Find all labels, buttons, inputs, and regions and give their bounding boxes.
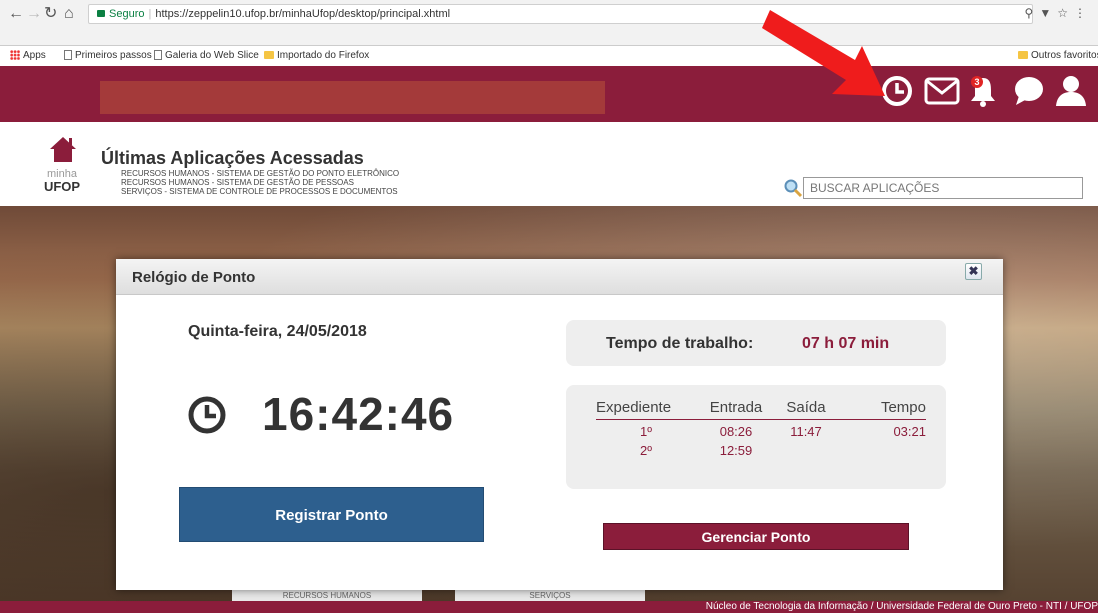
- table-row: 2º 12:59: [596, 439, 926, 458]
- user-icon[interactable]: [1054, 74, 1088, 108]
- search-area: BUSCAR APLICAÇÕES: [783, 177, 1083, 199]
- redacted-area: [100, 81, 605, 114]
- notification-badge: 3: [974, 77, 979, 87]
- minha-ufop-logo[interactable]: minha UFOP: [40, 134, 100, 200]
- page-icon: [64, 50, 72, 61]
- menu-icon[interactable]: ⋮: [1074, 6, 1092, 20]
- footer-bar: Núcleo de Tecnologia da Informação / Uni…: [0, 601, 1098, 613]
- home-icon[interactable]: ⌂: [64, 5, 74, 23]
- forward-arrow-icon[interactable]: →: [26, 5, 42, 23]
- table-cell: 1º: [640, 424, 652, 439]
- url-text: https://zeppelin10.ufop.br/minhaUfop/des…: [155, 8, 451, 20]
- column-header: Tempo: [836, 399, 926, 420]
- app-header-bar: 3: [0, 66, 1098, 122]
- work-time-panel: Tempo de trabalho: 07 h 07 min: [566, 320, 946, 366]
- register-punch-button[interactable]: Registrar Ponto: [179, 487, 484, 542]
- work-time-label: Tempo de trabalho:: [606, 335, 754, 352]
- time-clock-dialog: Relógio de Ponto ✖ Quinta-feira, 24/05/2…: [116, 259, 1003, 590]
- schedule-panel: Expediente Entrada Saída Tempo 1º 08:26 …: [566, 385, 946, 489]
- column-header: Saída: [776, 399, 836, 420]
- dialog-header: Relógio de Ponto ✖: [116, 259, 1003, 295]
- mail-icon[interactable]: [924, 77, 960, 105]
- red-arrow-annotation: [762, 10, 885, 96]
- clock-display: 16:42:46: [186, 387, 453, 447]
- dialog-title: Relógio de Ponto: [132, 269, 256, 286]
- table-cell: 12:59: [719, 443, 753, 458]
- table-cell: 08:26: [719, 424, 753, 439]
- bookmark-apps[interactable]: Apps: [10, 50, 46, 61]
- table-header-row: Expediente Entrada Saída Tempo: [596, 399, 926, 420]
- folder-icon: [264, 51, 274, 60]
- extension-icon[interactable]: ▼: [1039, 6, 1057, 20]
- table-cell: 11:47: [790, 424, 822, 439]
- reload-icon[interactable]: ↻: [44, 5, 57, 23]
- app-subheader: minha UFOP Últimas Aplicações Acessadas …: [0, 122, 1098, 206]
- search-input[interactable]: BUSCAR APLICAÇÕES: [803, 177, 1083, 199]
- current-date: Quinta-feira, 24/05/2018: [188, 323, 367, 340]
- column-header: Expediente: [596, 399, 696, 420]
- table-cell: [836, 439, 926, 458]
- manage-punch-button[interactable]: Gerenciar Ponto: [603, 523, 909, 550]
- recent-app-link[interactable]: RECURSOS HUMANOS - SISTEMA DE GESTÃO DE …: [121, 178, 354, 187]
- recent-app-link[interactable]: RECURSOS HUMANOS - SISTEMA DE GESTÃO DO …: [121, 169, 399, 178]
- recent-apps-title: Últimas Aplicações Acessadas: [101, 148, 364, 168]
- search-icon: [784, 179, 803, 198]
- back-arrow-icon[interactable]: ←: [8, 5, 24, 23]
- screen: ← → ↻ ⌂ Seguro | https://zeppelin10.ufop.b…: [0, 0, 1098, 613]
- bookmark-outros[interactable]: Outros favoritos: [1018, 50, 1098, 61]
- star-icon[interactable]: ☆: [1057, 6, 1074, 20]
- current-time: 16:42:46: [262, 388, 455, 440]
- table-cell: 03:21: [893, 424, 926, 439]
- footer-text: Núcleo de Tecnologia da Informação / Uni…: [705, 601, 1098, 612]
- folder-icon: [1018, 51, 1028, 60]
- bookmark-primeiros-passos[interactable]: Primeiros passos: [64, 50, 152, 61]
- apps-grid-icon: [10, 50, 20, 61]
- close-icon[interactable]: ✖: [965, 263, 982, 280]
- column-header: Entrada: [696, 399, 776, 420]
- house-icon: [50, 137, 76, 162]
- bookmark-importado[interactable]: Importado do Firefox: [264, 50, 369, 61]
- chat-icon[interactable]: [1012, 74, 1046, 108]
- lock-icon: [97, 9, 105, 17]
- browser-toolbar: ← → ↻ ⌂ Seguro | https://zeppelin10.ufop.b…: [0, 0, 1098, 46]
- browser-right-icons: ⚲▼☆⋮: [1025, 6, 1092, 20]
- punch-table: Expediente Entrada Saída Tempo 1º 08:26 …: [596, 399, 926, 458]
- recent-app-link[interactable]: SERVIÇOS - SISTEMA DE CONTROLE DE PROCES…: [121, 187, 398, 196]
- table-row: 1º 08:26 11:47 03:21: [596, 420, 926, 439]
- clock-icon: [188, 396, 226, 434]
- bell-icon[interactable]: 3: [966, 74, 1000, 108]
- bookmark-galeria[interactable]: Galeria do Web Slice: [154, 50, 259, 61]
- work-time-value: 07 h 07 min: [802, 335, 890, 352]
- security-label: Seguro: [109, 8, 145, 20]
- table-cell: [776, 439, 836, 458]
- page-icon: [154, 50, 162, 61]
- zoom-icon[interactable]: ⚲: [1025, 6, 1040, 20]
- bookmarks-bar: Apps Primeiros passos Galeria do Web Sli…: [0, 48, 1098, 66]
- table-cell: 2º: [640, 443, 652, 458]
